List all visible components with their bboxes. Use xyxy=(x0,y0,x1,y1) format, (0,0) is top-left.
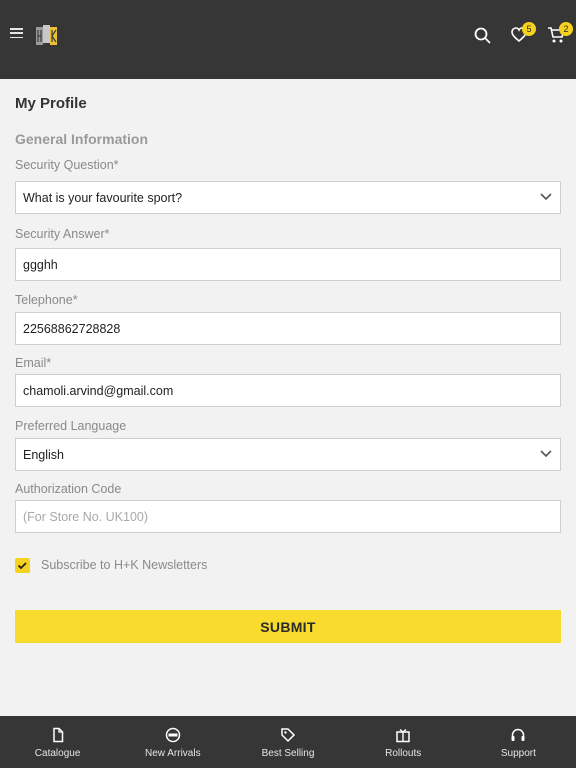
headset-icon xyxy=(511,728,525,741)
menu-icon[interactable] xyxy=(10,28,23,39)
nav-item-rollouts[interactable]: Rollouts xyxy=(346,716,461,768)
email-value: chamoli.arvind@gmail.com xyxy=(23,383,174,398)
newsletter-checkbox[interactable] xyxy=(15,558,30,573)
email-field[interactable]: chamoli.arvind@gmail.com xyxy=(15,374,561,407)
security-question-label: Security Question* xyxy=(15,158,119,172)
bottom-nav: Catalogue New Arrivals Best Selling Roll… xyxy=(0,716,576,768)
nav-item-support[interactable]: Support xyxy=(461,716,576,768)
nav-label: Support xyxy=(500,748,536,759)
search-icon[interactable] xyxy=(472,25,494,45)
authorization-code-field[interactable]: (For Store No. UK100) xyxy=(15,500,561,533)
cart-count-badge: 2 xyxy=(559,22,573,36)
email-label: Email* xyxy=(15,356,52,370)
tag-icon xyxy=(281,728,296,743)
nav-item-catalogue[interactable]: Catalogue xyxy=(0,716,115,768)
top-bar: 5 2 xyxy=(0,0,576,79)
wishlist-count-badge: 5 xyxy=(522,22,536,36)
telephone-value: 22568862728828 xyxy=(23,321,121,336)
nav-label: Rollouts xyxy=(385,748,422,759)
authorization-code-placeholder: (For Store No. UK100) xyxy=(23,509,149,524)
chevron-down-icon xyxy=(540,450,552,458)
preferred-language-value: English xyxy=(23,447,64,462)
checkmark-icon xyxy=(17,562,27,570)
preferred-language-label: Preferred Language xyxy=(15,419,127,433)
hk-logo[interactable] xyxy=(35,24,59,46)
nav-item-new-arrivals[interactable]: New Arrivals xyxy=(115,716,230,768)
section-title: General Information xyxy=(15,131,149,147)
security-answer-value: ggghh xyxy=(23,257,58,272)
page-title: My Profile xyxy=(15,95,87,112)
telephone-label: Telephone* xyxy=(15,293,78,307)
nav-item-best-selling[interactable]: Best Selling xyxy=(230,716,345,768)
cart-icon[interactable]: 2 xyxy=(547,22,573,45)
document-icon xyxy=(52,727,63,743)
wishlist-icon[interactable]: 5 xyxy=(510,22,536,45)
security-question-select[interactable]: What is your favourite sport? xyxy=(15,181,561,214)
newsletter-label[interactable]: Subscribe to H+K Newsletters xyxy=(41,558,207,572)
security-question-value: What is your favourite sport? xyxy=(23,190,183,205)
telephone-field[interactable]: 22568862728828 xyxy=(15,312,561,345)
nav-label: New Arrivals xyxy=(145,748,201,759)
preferred-language-select[interactable]: English xyxy=(15,438,561,471)
security-answer-field[interactable]: ggghh xyxy=(15,248,561,281)
authorization-code-label: Authorization Code xyxy=(15,482,122,496)
nav-label: Catalogue xyxy=(34,748,81,759)
security-answer-label: Security Answer* xyxy=(15,227,110,241)
chevron-down-icon xyxy=(540,193,552,201)
nav-label: Best Selling xyxy=(261,748,315,759)
new-badge-icon xyxy=(165,727,181,743)
submit-button[interactable]: SUBMIT xyxy=(15,610,561,643)
box-icon xyxy=(396,728,410,743)
